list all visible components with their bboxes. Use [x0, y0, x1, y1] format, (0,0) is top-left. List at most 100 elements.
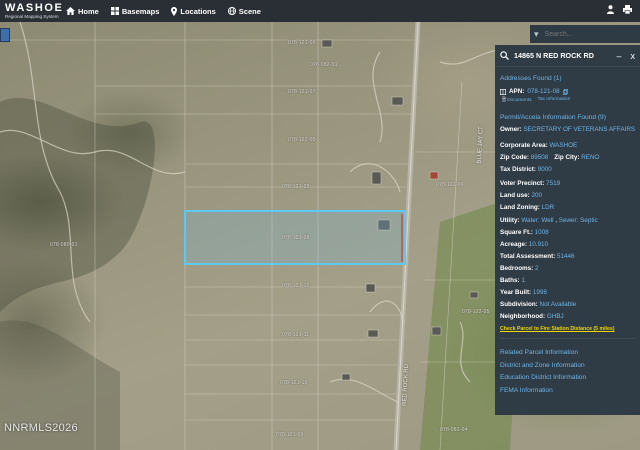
sqft-label: Square Ft.:: [500, 228, 533, 236]
top-right-icons: [607, 5, 632, 14]
nav-home-label: Home: [78, 6, 99, 16]
search-input[interactable]: [544, 30, 625, 38]
parcel-label: 078-082-01: [310, 62, 338, 68]
addresses-found-link[interactable]: Addresses Found (1): [500, 75, 635, 82]
documents-link[interactable]: 🗎 Documents: [502, 97, 531, 105]
zip-value: 89508: [530, 154, 549, 162]
city-value: RENO: [581, 154, 600, 162]
baths-row: Baths: 1.: [500, 277, 635, 284]
corporate-area-row: Corporate Area: WASHOE: [500, 142, 635, 149]
panel-bottom-links: Related Parcel Information District and …: [500, 338, 635, 394]
search-icon: [500, 51, 509, 60]
parcel-info-panel: 14865 N RED ROCK RD – x Addresses Found …: [495, 45, 640, 415]
nav-locations[interactable]: Locations: [171, 6, 216, 16]
tax-info-link[interactable]: Tax Information: [537, 97, 570, 105]
owner-row: Owner: SECRETARY OF VETERANS AFFAIRS: [500, 126, 635, 133]
zoning-label: Land Zoning:: [500, 204, 540, 212]
owner-value: SECRETARY OF VETERANS AFFAIRS: [523, 126, 636, 134]
close-button[interactable]: x: [631, 51, 636, 61]
acreage-label: Acreage:: [500, 240, 527, 248]
zip-row: Zip Code: 89508 Zip City: RENO: [500, 154, 635, 161]
map-search-box: ▾: [530, 25, 640, 43]
main-nav: Home Basemaps Locations Scene: [66, 6, 261, 16]
apn-sub-links: 🗎 Documents Tax Information: [500, 97, 635, 105]
nav-basemaps[interactable]: Basemaps: [110, 6, 160, 16]
chevron-down-icon[interactable]: ▾: [534, 29, 539, 40]
district-zone-link[interactable]: District and Zone Information: [500, 362, 635, 369]
subdivision-value: Not Available: [539, 301, 577, 309]
assessment-label: Total Assessment:: [500, 252, 556, 260]
parcel-label: 078-122-06: [436, 182, 464, 188]
panel-header: 14865 N RED ROCK RD – x: [495, 45, 640, 67]
documents-label: Documents: [507, 98, 532, 103]
total-assessment-row: Total Assessment: 51446: [500, 253, 635, 260]
copy-icon[interactable]: [562, 88, 568, 95]
baths-value: 1.: [521, 277, 527, 285]
voter-precinct-row: Voter Precinct: 7519: [500, 180, 635, 187]
nav-home[interactable]: Home: [66, 7, 99, 16]
parcel-label: 078-121-12: [282, 283, 310, 289]
bedrooms-row: Bedrooms: 2: [500, 265, 635, 272]
education-district-link[interactable]: Education District Information: [500, 374, 635, 381]
tax-district-value: 9000: [537, 166, 552, 174]
parcel-label: 078-121-08: [282, 235, 310, 241]
parcel-label: 078-122-05: [462, 309, 490, 315]
panel-title: 14865 N RED ROCK RD: [514, 51, 594, 60]
water-value: Well: [541, 216, 554, 224]
map-toggle-button[interactable]: [0, 28, 10, 42]
related-parcel-link[interactable]: Related Parcel Information: [500, 349, 635, 356]
neighborhood-row: Neighborhood: GHBJ: [500, 313, 635, 320]
permit-info-link[interactable]: Permit/Accela Information Found (9): [500, 114, 635, 121]
brand-logo[interactable]: WASHOE Regional Mapping System: [0, 1, 66, 20]
land-use-row: Land use: 200: [500, 192, 635, 199]
nav-scene-label: Scene: [238, 6, 261, 16]
location-pin-icon: [171, 6, 178, 16]
square-ft-row: Square Ft.: 1008: [500, 229, 635, 236]
brand-subtitle: Regional Mapping System: [5, 13, 59, 19]
globe-icon: [227, 7, 236, 15]
corp-label: Corporate Area:: [500, 142, 548, 150]
year-label: Year Built:: [500, 289, 532, 297]
sewer-label: Sewer:: [558, 216, 579, 224]
zoning-value: LDR: [541, 204, 555, 212]
parcel-label: 078-121-07: [288, 89, 316, 95]
printer-icon[interactable]: [623, 5, 632, 14]
brand-name: WASHOE: [5, 1, 64, 14]
assessment-value: 51446: [557, 252, 575, 260]
top-navigation-bar: WASHOE Regional Mapping System Home Base…: [0, 0, 640, 22]
parcel-label: 078-080-01: [50, 242, 78, 248]
bedrooms-label: Bedrooms:: [500, 264, 534, 272]
parcel-label: 078-121-05: [282, 184, 310, 190]
document-icon: 🗎: [502, 98, 506, 103]
parcel-label: 078-121-06: [288, 40, 316, 46]
land-use-value[interactable]: 200: [532, 192, 543, 199]
subdivision-label: Subdivision:: [500, 301, 538, 309]
tax-district-row: Tax District: 9000: [500, 166, 635, 173]
baths-label: Baths:: [500, 277, 520, 285]
voter-value: 7519: [546, 180, 561, 188]
parcel-label: 078-121-09: [276, 432, 304, 438]
watermark: NNRMLS2026: [4, 422, 78, 434]
sewer-value: Septic: [580, 216, 598, 224]
zip-label: Zip Code:: [500, 154, 530, 162]
land-zoning-row: Land Zoning: LDR: [500, 204, 635, 211]
map-marker-icon: [500, 88, 506, 95]
nav-scene[interactable]: Scene: [227, 6, 261, 16]
utility-row: Utility: Water: Well , Sewer: Septic: [500, 216, 598, 224]
subdivision-row: Subdivision: Not Available: [500, 301, 635, 308]
fema-info-link[interactable]: FEMA Information: [500, 387, 635, 394]
user-icon[interactable]: [607, 5, 614, 14]
owner-label: Owner:: [500, 126, 522, 134]
land-use-label: Land use:: [500, 192, 530, 200]
sqft-value: 1008: [534, 228, 549, 236]
apn-value[interactable]: 078-121-08: [527, 88, 559, 95]
year-value: 1998: [532, 289, 547, 297]
minimize-button[interactable]: –: [616, 51, 621, 61]
corp-value: WASHOE: [549, 142, 578, 150]
parcel-label: 078-122-05: [288, 137, 316, 143]
tax-district-label: Tax District:: [500, 166, 536, 174]
year-built-row: Year Built: 1998: [500, 289, 635, 296]
nav-basemaps-label: Basemaps: [121, 6, 160, 16]
city-label: Zip City:: [554, 154, 580, 162]
fire-station-distance-link[interactable]: Check Parcel to Fire Station Distance (5…: [500, 326, 635, 332]
